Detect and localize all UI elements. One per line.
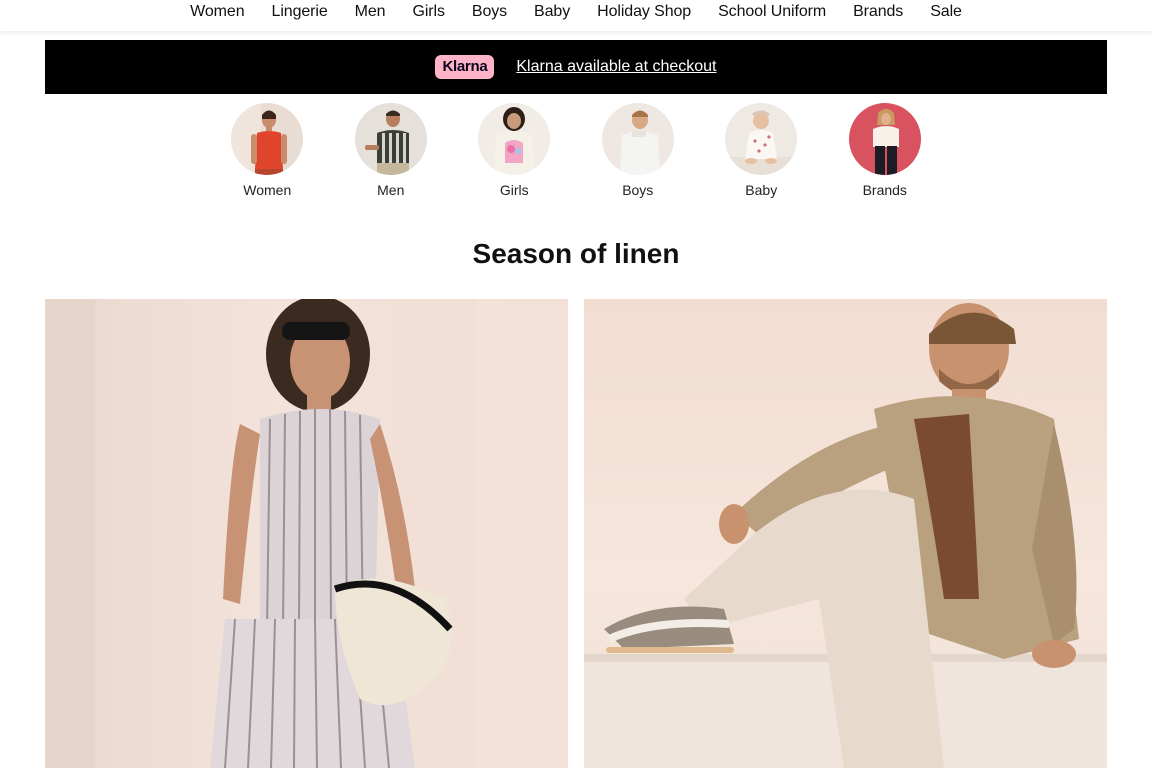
nav-item-school-uniform[interactable]: School Uniform [705,0,840,24]
category-label: Boys [622,182,654,198]
top-navigation: Women Lingerie Men Girls Boys Baby Holid… [0,0,1152,31]
category-label: Baby [745,182,778,198]
category-men-image [354,103,427,175]
category-boys-image [601,103,674,175]
nav-item-sale[interactable]: Sale [917,0,976,24]
category-women[interactable]: Women [206,103,330,198]
nav-item-brands[interactable]: Brands [840,0,917,24]
nav-item-men[interactable]: Men [341,0,399,24]
nav-item-women[interactable]: Women [177,0,258,24]
promo-image-women[interactable] [45,299,568,768]
promo-image-men[interactable] [584,299,1107,768]
category-women-image [231,103,304,175]
nav-item-boys[interactable]: Boys [458,0,520,24]
category-brands-image [848,103,921,175]
klarna-checkout-link[interactable]: Klarna available at checkout [516,58,716,76]
category-girls[interactable]: Girls [453,103,577,198]
nav-item-holiday-shop[interactable]: Holiday Shop [584,0,705,24]
section-title: Season of linen [472,238,680,269]
nav-list: Women Lingerie Men Girls Boys Baby Holid… [0,0,1152,24]
category-boys[interactable]: Boys [576,103,700,198]
klarna-banner[interactable]: Klarna Klarna available at checkout [45,40,1107,94]
category-baby[interactable]: Baby [700,103,824,198]
category-brands[interactable]: Brands [823,103,947,198]
category-baby-image [725,103,798,175]
category-label: Women [243,182,292,198]
category-men[interactable]: Men [329,103,453,198]
nav-item-lingerie[interactable]: Lingerie [258,0,341,24]
category-label: Girls [499,182,529,198]
nav-item-girls[interactable]: Girls [399,0,458,24]
category-label: Men [377,182,405,198]
category-girls-image [478,103,551,175]
nav-item-baby[interactable]: Baby [521,0,584,24]
category-carousel: Women Men Girls Boys Baby Brands [0,103,1152,198]
category-label: Brands [862,182,907,198]
klarna-logo: Klarna [435,55,495,79]
